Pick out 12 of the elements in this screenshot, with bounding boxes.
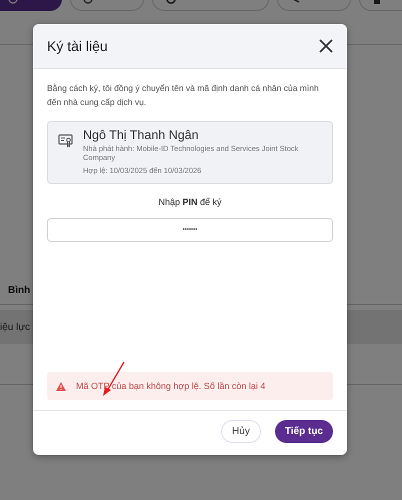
- close-icon[interactable]: [319, 39, 333, 53]
- warning-icon: [56, 382, 66, 390]
- dialog-title: Ký tài liệu: [47, 38, 108, 54]
- error-message: Mã OTP của bạn không hợp lệ. Số lần còn lại 4: [76, 381, 266, 391]
- pin-prompt: Nhập PIN để ký: [157, 197, 223, 207]
- continue-button[interactable]: Tiếp tục: [274, 420, 333, 442]
- consent-text: Bằng cách ký, tôi đồng ý chuyển tên và mã định danh cá nhân của mình đến nhà cung cấp dịch vụ.: [47, 82, 320, 109]
- table-cell: iệu lực: [0, 322, 30, 332]
- certificate-holder-name: Ngô Thị Thanh Ngân: [83, 128, 200, 142]
- tab-label: Bình: [8, 285, 30, 296]
- cancel-button[interactable]: Hủy: [221, 420, 261, 442]
- certificate-icon: [58, 133, 73, 148]
